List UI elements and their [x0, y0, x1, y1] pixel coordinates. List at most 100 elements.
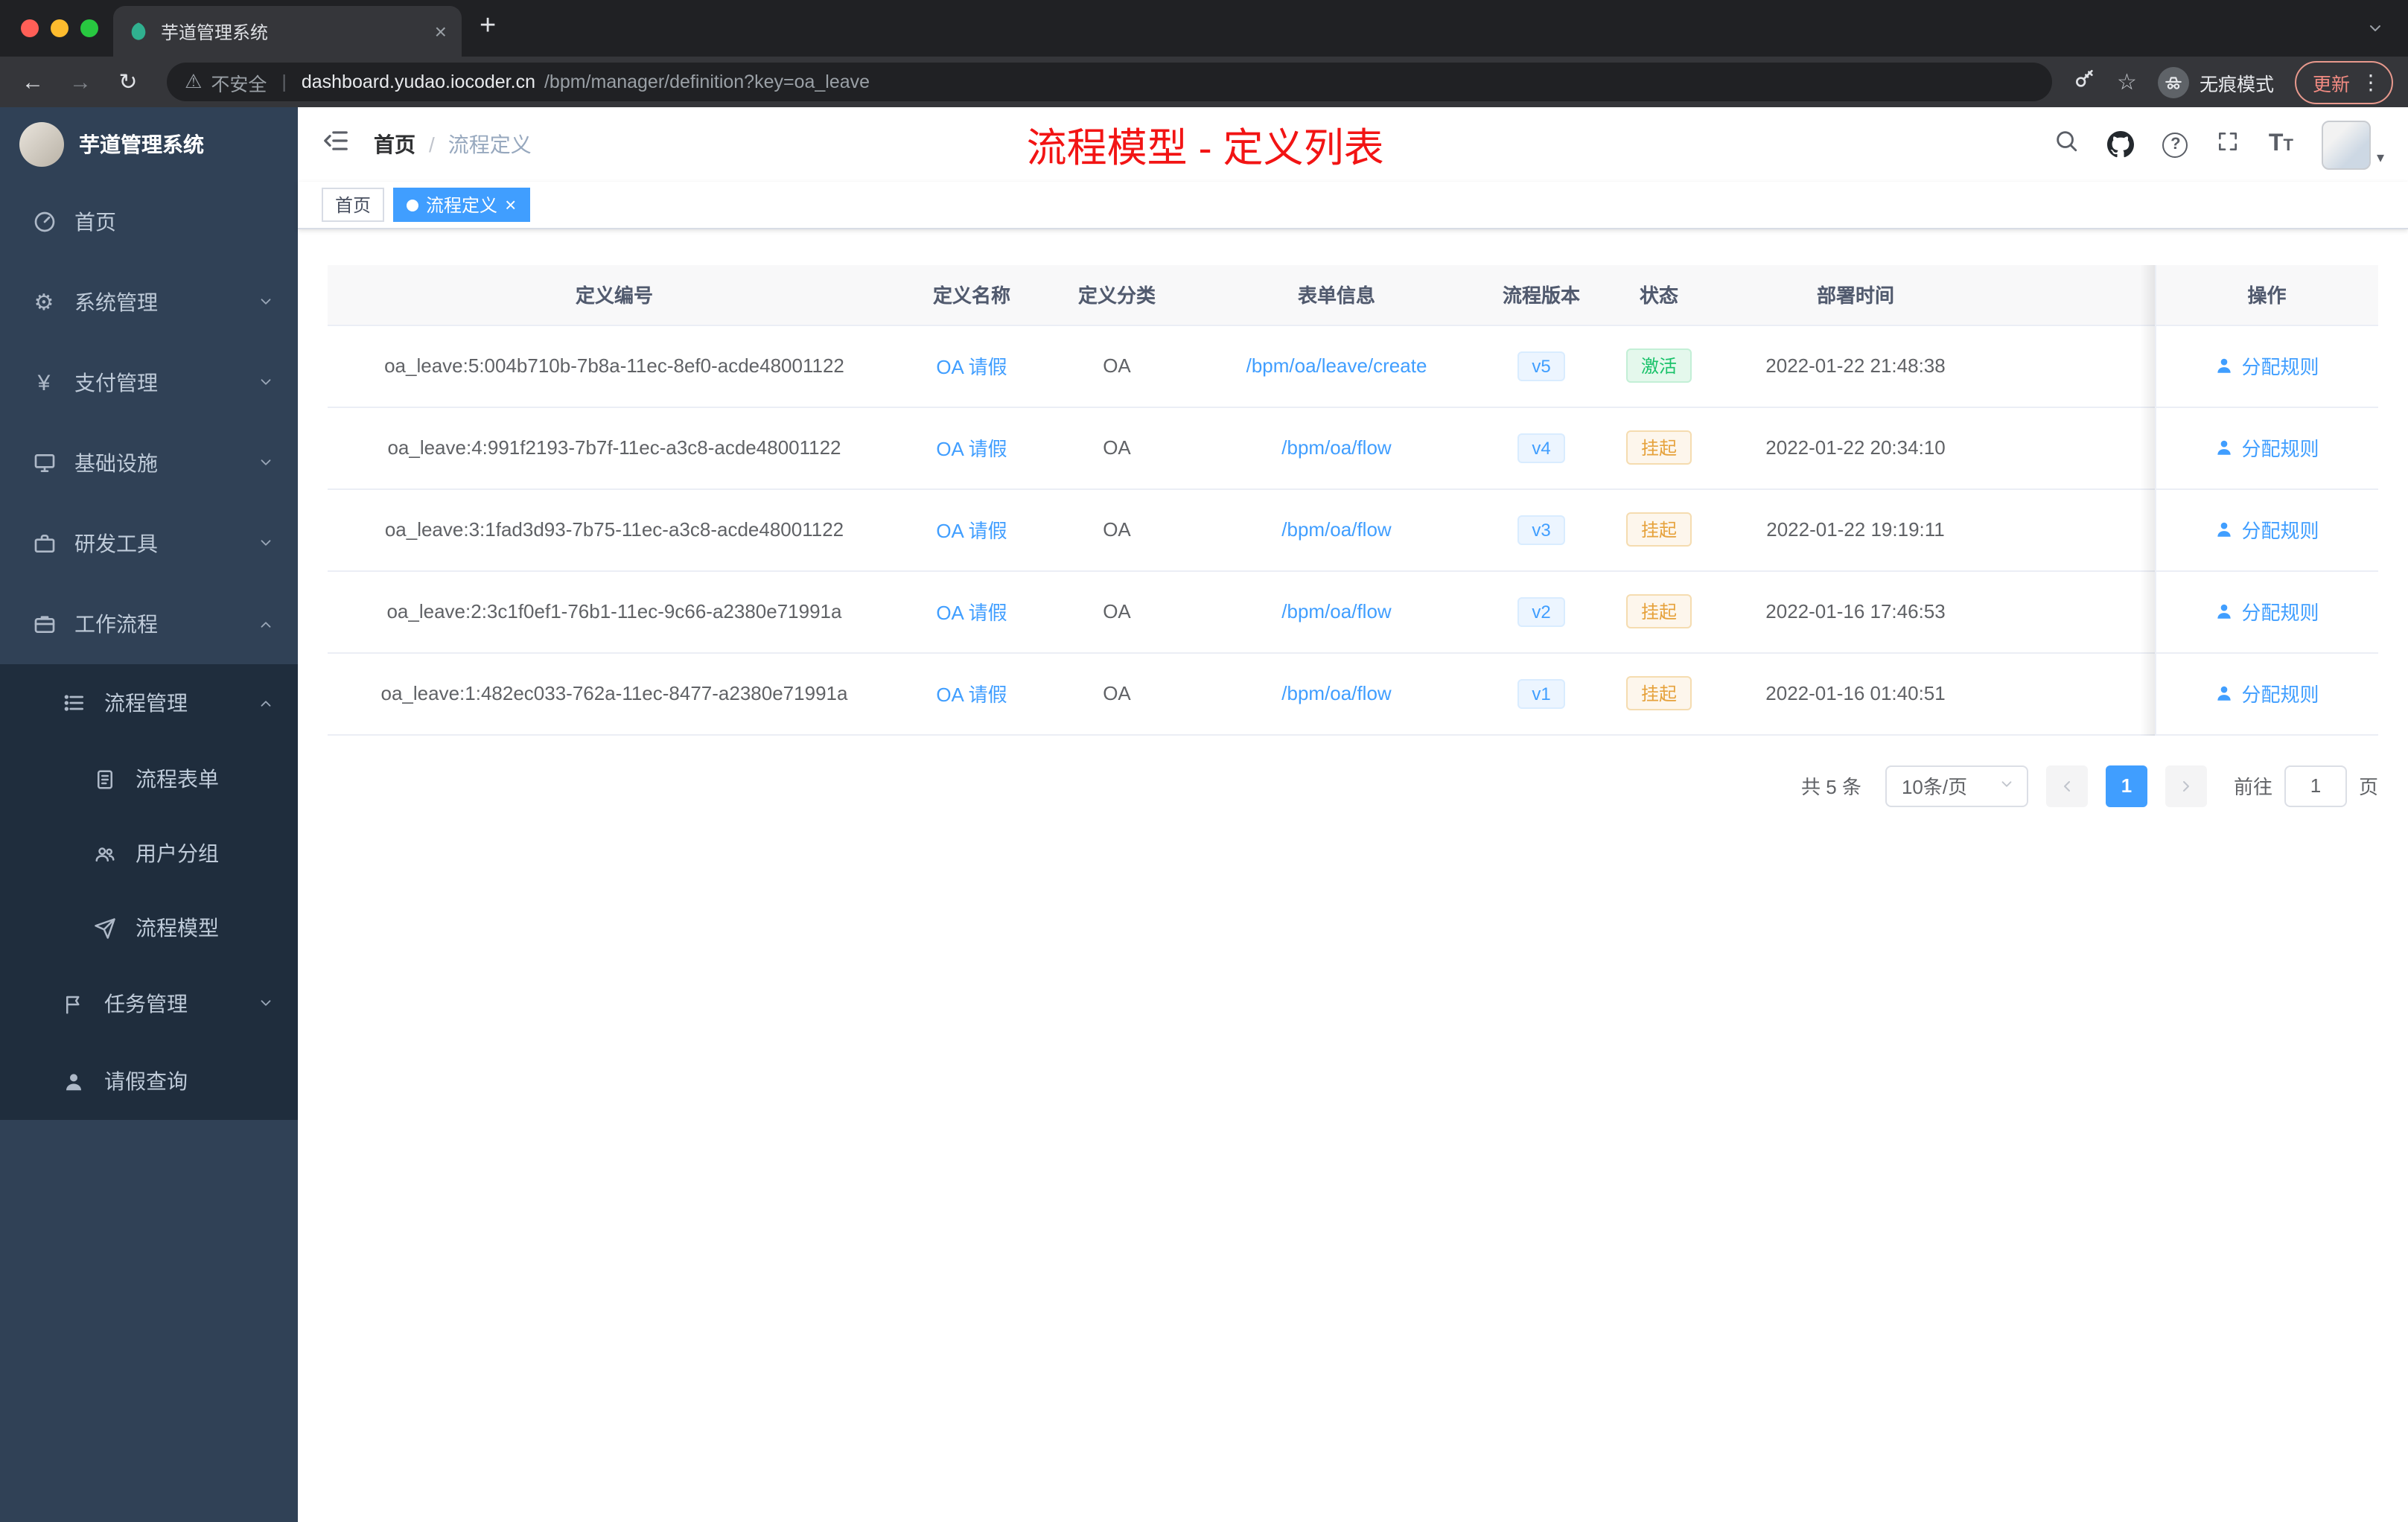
security-warning-icon: ⚠ — [185, 70, 203, 92]
font-size-icon[interactable]: TT — [2269, 132, 2293, 156]
bookmark-star-icon[interactable]: ☆ — [2117, 69, 2137, 95]
tags-view: 首页 流程定义 × — [298, 182, 2408, 229]
window-close-button[interactable] — [21, 19, 39, 37]
incognito-icon — [2157, 66, 2189, 98]
breadcrumb-separator: / — [429, 133, 435, 156]
sidebar-item-home[interactable]: 首页 — [0, 182, 298, 262]
incognito-label: 无痕模式 — [2199, 74, 2274, 95]
sidebar-item-task-management[interactable]: 任务管理 — [0, 965, 298, 1042]
incognito-indicator: 无痕模式 — [2157, 66, 2274, 98]
next-page-button[interactable] — [2165, 765, 2207, 806]
assign-rule-link[interactable]: 分配规则 — [2214, 597, 2319, 625]
definition-name-link[interactable]: OA 请假 — [936, 356, 1007, 378]
pagination-total: 共 5 条 — [1801, 776, 1861, 798]
address-bar[interactable]: ⚠ 不安全 | dashboard.yudao.iocoder.cn /bpm/… — [167, 63, 2052, 101]
forward-button[interactable]: → — [63, 64, 98, 100]
chevron-down-icon — [258, 992, 274, 1016]
col-process-version: 流程版本 — [1482, 265, 1601, 325]
document-icon — [92, 766, 118, 792]
chevron-down-icon — [258, 371, 274, 395]
tab-search-chevron-icon[interactable] — [2366, 18, 2384, 45]
sidebar-item-payment[interactable]: ¥ 支付管理 — [0, 343, 298, 423]
assign-rule-link[interactable]: 分配规则 — [2214, 515, 2319, 544]
update-label: 更新 — [2312, 74, 2350, 95]
sidebar-item-process-management[interactable]: 流程管理 — [0, 664, 298, 742]
status-badge: 挂起 — [1625, 430, 1692, 465]
fullscreen-icon[interactable] — [2217, 129, 2240, 160]
deploy-time: 2022-01-16 01:40:51 — [1717, 652, 1994, 735]
tag-process-definition[interactable]: 流程定义 × — [393, 188, 530, 222]
tag-home[interactable]: 首页 — [322, 188, 385, 222]
github-icon[interactable] — [2107, 131, 2135, 158]
breadcrumb-home[interactable]: 首页 — [374, 130, 415, 159]
filler-cell — [1994, 325, 2155, 407]
sidebar-item-workflow[interactable]: 工作流程 — [0, 584, 298, 664]
key-icon[interactable] — [2072, 66, 2096, 98]
definition-name-link[interactable]: OA 请假 — [936, 438, 1007, 460]
dashboard-icon — [31, 209, 57, 235]
form-link[interactable]: /bpm/oa/flow — [1281, 518, 1391, 541]
definition-name-link[interactable]: OA 请假 — [936, 684, 1007, 706]
goto-page-group: 前往 页 — [2234, 765, 2378, 806]
sidebar-item-process-forms[interactable]: 流程表单 — [0, 742, 298, 816]
sidebar-item-process-models[interactable]: 流程模型 — [0, 891, 298, 965]
goto-unit: 页 — [2358, 776, 2378, 798]
sidebar-item-user-groups[interactable]: 用户分组 — [0, 816, 298, 891]
update-button[interactable]: 更新 ⋮ — [2294, 60, 2393, 104]
tab-close-icon[interactable]: × — [435, 19, 447, 43]
form-link[interactable]: /bpm/oa/flow — [1281, 436, 1391, 459]
new-tab-button[interactable]: + — [480, 11, 496, 45]
search-icon[interactable] — [2054, 128, 2080, 161]
page-content: 定义编号 定义名称 定义分类 表单信息 流程版本 状态 部署时间 操作 oa_l… — [298, 229, 2408, 1522]
help-icon[interactable]: ? — [2162, 132, 2188, 157]
app-frame: 芋道管理系统 首页 ⚙ 系统管理 ¥ 支付管理 基础设施 研发工具 工作流程 流… — [0, 107, 2408, 1522]
monitor-icon — [31, 450, 57, 476]
send-icon — [92, 915, 118, 940]
browser-window: 芋道管理系统 × + ← → ↻ ⚠ 不安全 | dashboard.yudao… — [0, 0, 2408, 1522]
tag-close-icon[interactable]: × — [505, 195, 516, 214]
page-number-1[interactable]: 1 — [2105, 765, 2147, 806]
menu-kebab-icon[interactable]: ⋮ — [2360, 71, 2381, 92]
window-zoom-button[interactable] — [80, 19, 98, 37]
breadcrumb-current: 流程定义 — [447, 133, 532, 156]
browser-tab[interactable]: 芋道管理系统 × — [113, 6, 462, 57]
assign-rule-link[interactable]: 分配规则 — [2214, 679, 2319, 707]
version-badge: v1 — [1517, 678, 1566, 708]
deploy-time: 2022-01-22 19:19:11 — [1717, 488, 1994, 571]
reload-button[interactable]: ↻ — [110, 64, 146, 100]
sidebar-item-infrastructure[interactable]: 基础设施 — [0, 423, 298, 503]
avatar[interactable] — [2321, 120, 2371, 169]
sidebar-item-system[interactable]: ⚙ 系统管理 — [0, 262, 298, 343]
back-button[interactable]: ← — [15, 64, 51, 100]
flag-icon — [61, 991, 86, 1016]
status-badge: 挂起 — [1625, 512, 1692, 547]
assign-rule-link[interactable]: 分配规则 — [2214, 351, 2319, 380]
filler-cell — [1994, 570, 2155, 653]
user-avatar-menu[interactable]: ▾ — [2321, 120, 2384, 169]
app-navbar: 首页 / 流程定义 流程模型 - 定义列表 ? T T ▾ — [298, 107, 2408, 182]
definition-name-link[interactable]: OA 请假 — [936, 602, 1007, 624]
goto-page-input[interactable] — [2284, 765, 2347, 806]
breadcrumb: 首页 / 流程定义 — [374, 130, 532, 159]
col-form-info: 表单信息 — [1191, 265, 1482, 325]
sidebar: 芋道管理系统 首页 ⚙ 系统管理 ¥ 支付管理 基础设施 研发工具 工作流程 流… — [0, 107, 298, 1522]
sidebar-item-leave-query[interactable]: 请假查询 — [0, 1042, 298, 1120]
sidebar-item-devtools[interactable]: 研发工具 — [0, 503, 298, 584]
definition-name-link[interactable]: OA 请假 — [936, 520, 1007, 542]
definition-id: oa_leave:1:482ec033-762a-11ec-8477-a2380… — [328, 652, 901, 735]
assign-rule-link[interactable]: 分配规则 — [2214, 433, 2319, 462]
table-row: oa_leave:2:3c1f0ef1-76b1-11ec-9c66-a2380… — [328, 570, 2378, 653]
form-link[interactable]: /bpm/oa/flow — [1281, 600, 1391, 623]
definition-id: oa_leave:2:3c1f0ef1-76b1-11ec-9c66-a2380… — [328, 570, 901, 653]
page-size-select[interactable]: 10条/页 — [1885, 765, 2028, 806]
window-minimize-button[interactable] — [51, 19, 69, 37]
logo-title: 芋道管理系统 — [79, 133, 204, 156]
sidebar-toggle-icon[interactable] — [322, 127, 350, 162]
form-link[interactable]: /bpm/oa/flow — [1281, 682, 1391, 704]
form-link[interactable]: /bpm/oa/leave/create — [1246, 354, 1427, 377]
briefcase-icon — [31, 611, 57, 637]
logo-avatar — [19, 122, 64, 167]
version-badge: v4 — [1517, 433, 1566, 462]
version-badge: v2 — [1517, 596, 1566, 626]
prev-page-button[interactable] — [2045, 765, 2088, 806]
